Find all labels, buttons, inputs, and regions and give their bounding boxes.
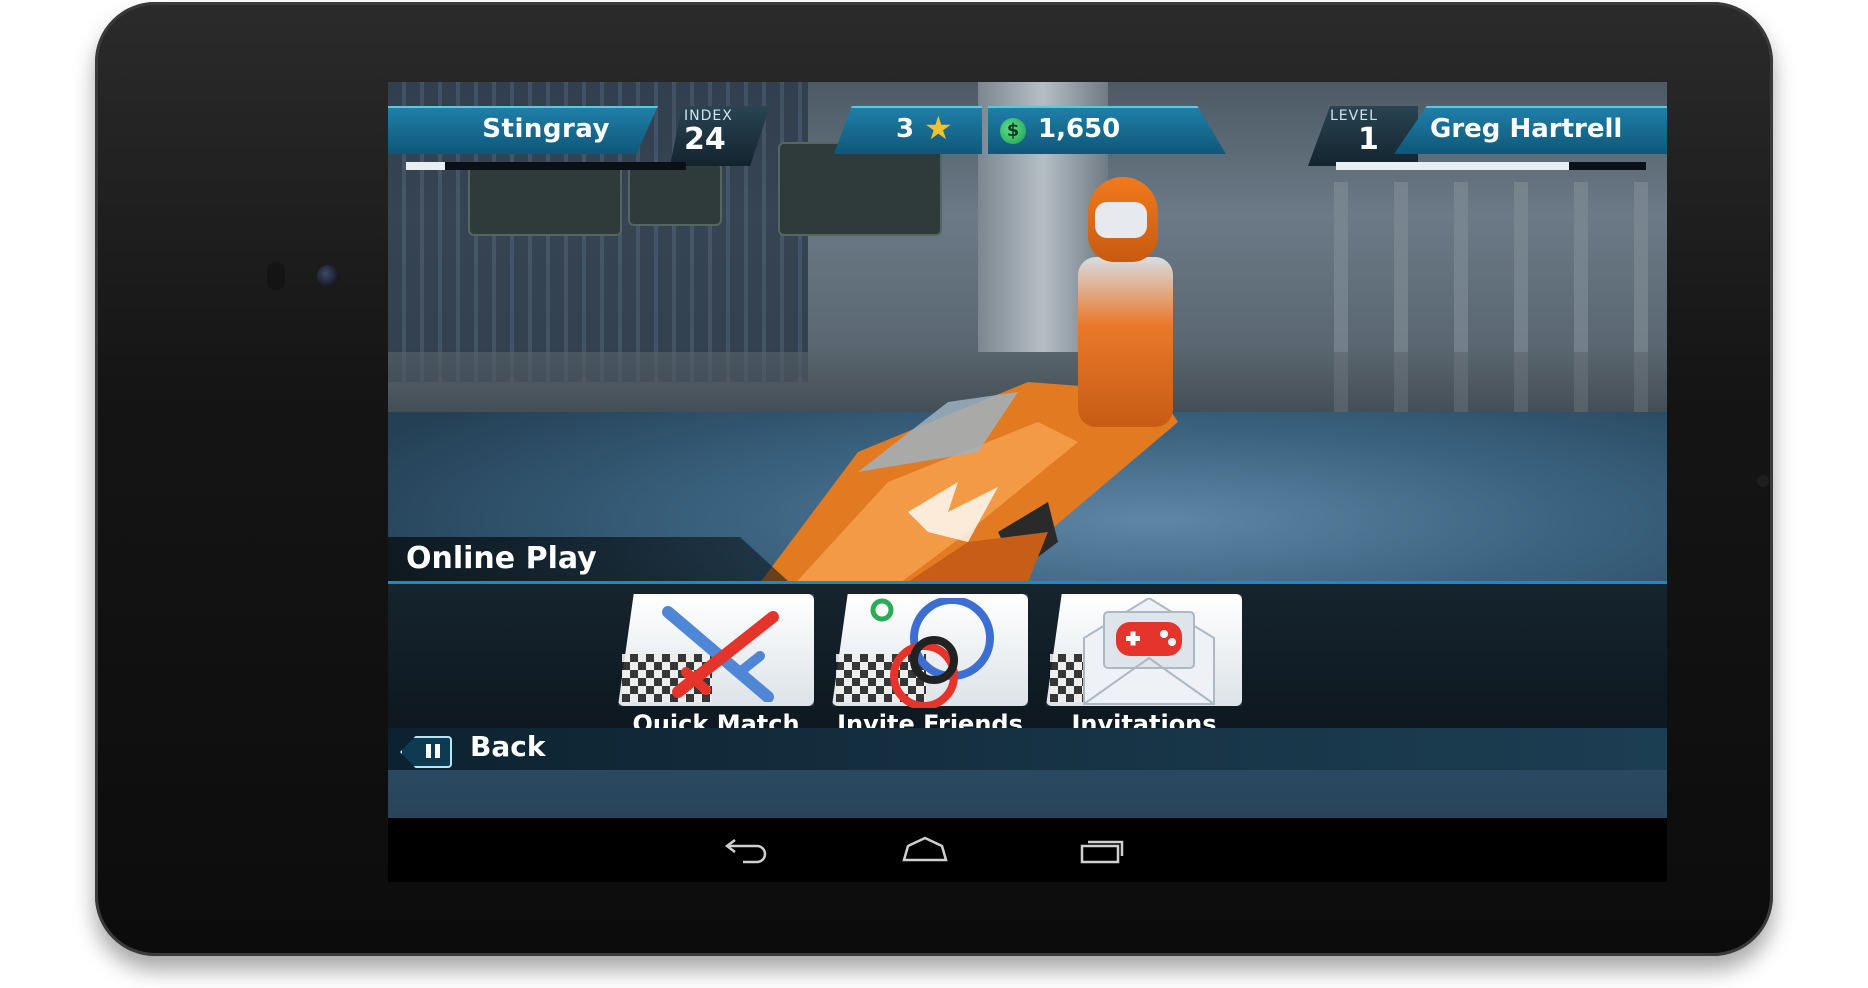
back-button[interactable]: Back [470, 730, 545, 763]
vehicle-index-box: INDEX 24 [670, 106, 770, 166]
vehicle-name-plate: Stingray [388, 106, 658, 154]
screen: Stingray INDEX 24 3 ★ $ 1,650 LEVEL 1 Gr… [388, 82, 1667, 882]
background-console [468, 162, 622, 236]
rider-visor [1095, 202, 1147, 238]
back-icon[interactable] [723, 834, 773, 864]
recent-apps-icon[interactable] [1078, 834, 1128, 864]
player-name: Greg Hartrell [1430, 114, 1623, 144]
index-value: 24 [684, 122, 726, 157]
android-navigation-bar [388, 818, 1667, 882]
crossed-swords-icon [662, 606, 779, 702]
vehicle-name: Stingray [482, 114, 610, 144]
xp-progress-fill [1336, 162, 1569, 170]
hud: Stingray INDEX 24 3 ★ $ 1,650 LEVEL 1 Gr… [388, 82, 1667, 172]
vehicle-progress-bar [406, 162, 686, 170]
rider-body [1078, 257, 1173, 427]
front-camera-icon [317, 265, 339, 287]
tablet-device: Stingray INDEX 24 3 ★ $ 1,650 LEVEL 1 Gr… [95, 2, 1773, 956]
dollar-coin-icon: $ [1000, 118, 1026, 144]
envelope-gamepad-icon [1083, 598, 1215, 705]
quick-match-button[interactable]: Quick Match [618, 594, 814, 738]
game-scene: Stingray INDEX 24 3 ★ $ 1,650 LEVEL 1 Gr… [388, 82, 1667, 818]
cash-value: 1,650 [1038, 114, 1121, 144]
invitations-button[interactable]: Invitations [1046, 594, 1242, 738]
xp-progress-bar [1336, 162, 1646, 170]
circles-icon [870, 598, 994, 708]
stars-value: 3 [896, 114, 915, 144]
section-title-text: Online Play [406, 541, 597, 576]
level-box: LEVEL 1 [1308, 106, 1418, 166]
vehicle-progress-fill [406, 162, 446, 170]
cash-counter: $ 1,650 [988, 106, 1226, 154]
light-sensor [1757, 475, 1769, 487]
player-name-plate: Greg Hartrell [1394, 106, 1667, 154]
sensor [267, 262, 285, 290]
home-icon[interactable] [900, 834, 950, 864]
stars-counter: 3 ★ [834, 106, 982, 154]
star-icon: ★ [924, 109, 953, 147]
invite-friends-button[interactable]: Invite Friends [832, 594, 1028, 738]
level-value: 1 [1358, 122, 1379, 157]
section-title: Online Play [388, 537, 788, 581]
back-bar [388, 728, 1667, 770]
